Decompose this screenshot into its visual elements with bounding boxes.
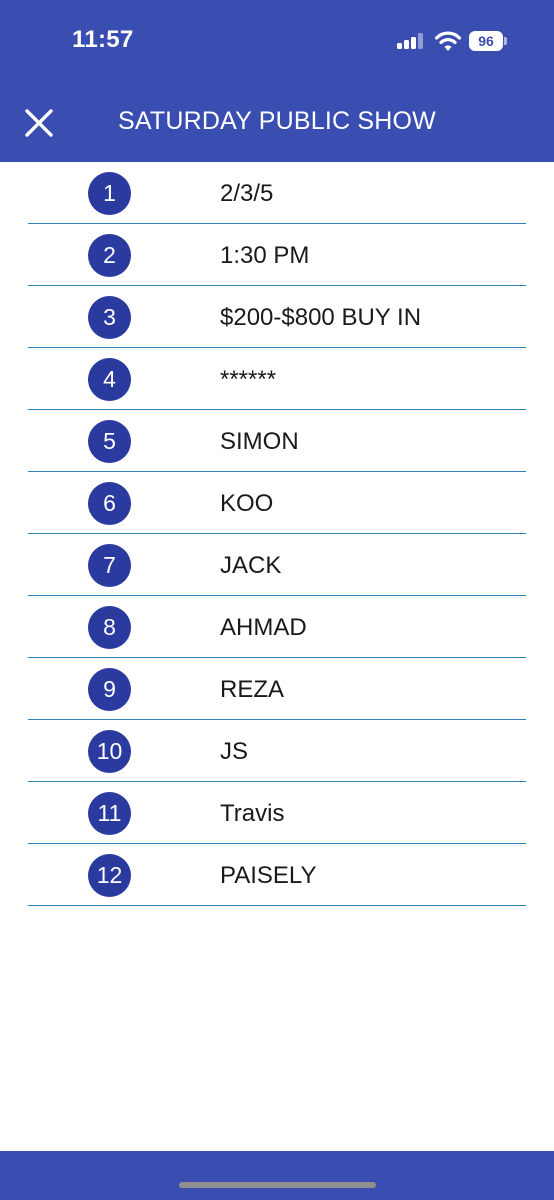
list-item: 3 $200-$800 BUY IN <box>28 286 526 348</box>
list-item-number-badge: 3 <box>88 296 131 339</box>
status-time: 11:57 <box>72 26 134 53</box>
bottom-bar <box>0 1151 554 1200</box>
battery-level: 96 <box>469 31 503 51</box>
list-item: 7 JACK <box>28 534 526 596</box>
header-bar: 11:57 96 SATURDAY PUBLIC SHOW <box>0 0 554 162</box>
list-item-text: JS <box>220 738 249 765</box>
list-item-text: AHMAD <box>220 614 307 641</box>
list-item-number-badge: 1 <box>88 172 131 215</box>
numbered-list: 1 2/3/5 2 1:30 PM 3 $200-$800 BUY IN 4 *… <box>28 162 526 906</box>
list-item: 4 ****** <box>28 348 526 410</box>
list-item-number-badge: 2 <box>88 234 131 277</box>
page-title: SATURDAY PUBLIC SHOW <box>118 107 436 135</box>
list-item: 10 JS <box>28 720 526 782</box>
list-item-text: PAISELY <box>220 862 317 889</box>
list-item-text: REZA <box>220 676 285 703</box>
battery-icon: 96 <box>469 31 507 51</box>
list-item-number-badge: 12 <box>88 854 131 897</box>
list-item-number-badge: 5 <box>88 420 131 463</box>
list-item: 11 Travis <box>28 782 526 844</box>
list-item-number-badge: 11 <box>88 792 131 835</box>
list-item-number-badge: 8 <box>88 606 131 649</box>
list-item-text: Travis <box>220 800 285 827</box>
list-item-text: $200-$800 BUY IN <box>220 304 422 331</box>
list-item: 8 AHMAD <box>28 596 526 658</box>
list-item-number-badge: 6 <box>88 482 131 525</box>
list-item-text: JACK <box>220 552 282 579</box>
list-item-number-badge: 7 <box>88 544 131 587</box>
list-item-number-badge: 4 <box>88 358 131 401</box>
list-item-text: SIMON <box>220 428 299 455</box>
list-item: 12 PAISELY <box>28 844 526 906</box>
home-indicator[interactable] <box>179 1182 376 1188</box>
list-item: 2 1:30 PM <box>28 224 526 286</box>
list-item-text: ****** <box>220 366 277 393</box>
list-item-text: KOO <box>220 490 274 517</box>
wifi-icon <box>434 30 462 52</box>
list-item: 5 SIMON <box>28 410 526 472</box>
list-item: 9 REZA <box>28 658 526 720</box>
list-item-text: 2/3/5 <box>220 180 274 207</box>
list-item-text: 1:30 PM <box>220 242 310 269</box>
list-item: 6 KOO <box>28 472 526 534</box>
list-item-number-badge: 10 <box>88 730 131 773</box>
list-item: 1 2/3/5 <box>28 162 526 224</box>
list-item-number-badge: 9 <box>88 668 131 711</box>
cellular-signal-icon <box>397 33 425 49</box>
